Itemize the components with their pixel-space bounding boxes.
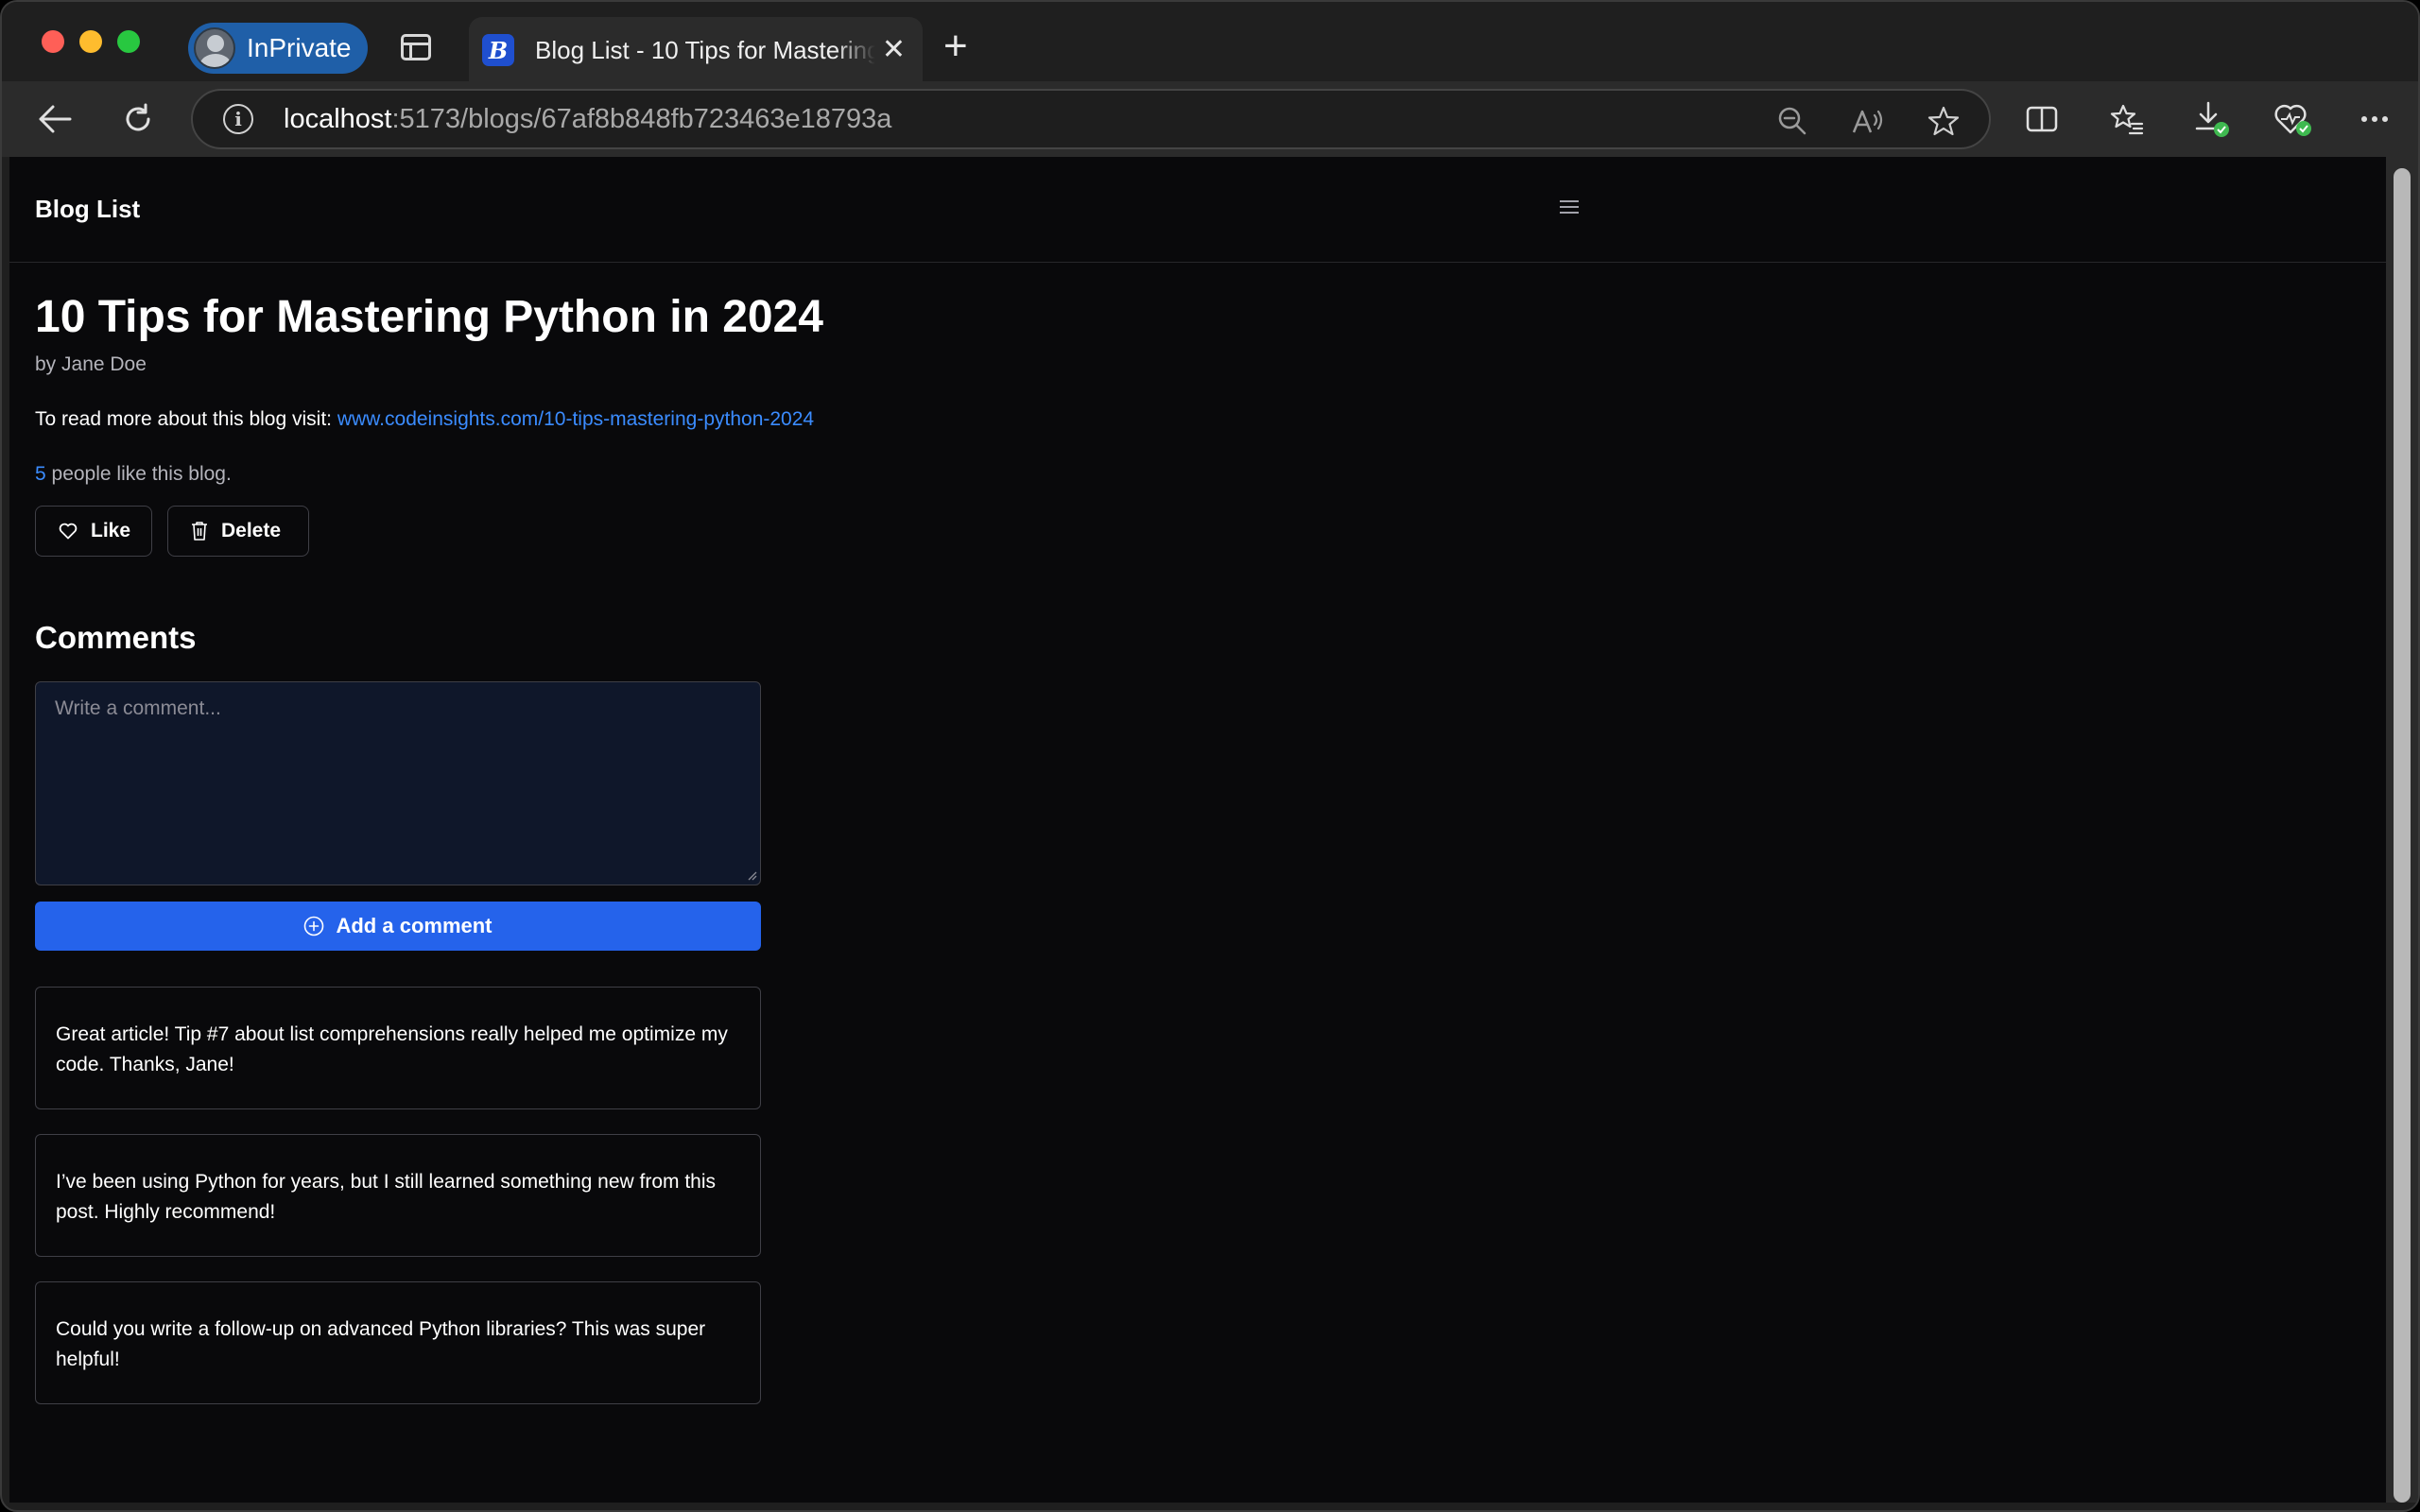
zoom-out-icon[interactable] [1773,102,1811,140]
browser-essentials-icon[interactable] [2273,98,2314,140]
comment-input[interactable] [35,681,761,885]
site-header: Blog List [9,157,2386,263]
more-icon[interactable] [2354,98,2395,140]
read-aloud-icon[interactable] [1849,102,1887,140]
address-bar[interactable]: i localhost:5173/blogs/67af8b848fb723463… [191,89,1991,149]
new-tab-icon[interactable]: + [943,23,968,70]
post-url-link[interactable]: www.codeinsights.com/10-tips-mastering-p… [337,408,814,430]
likes-count: 5 [35,463,46,485]
tab-bar: InPrivate B Blog List - 10 Tips for Mast… [2,2,2418,83]
delete-button[interactable]: Delete [167,506,309,557]
like-label: Like [91,520,131,541]
refresh-icon[interactable] [117,98,159,140]
inprivate-profile-button[interactable]: InPrivate [188,23,368,74]
add-comment-label: Add a comment [336,914,493,937]
likes-line: 5 people like this blog. [35,463,232,486]
favorites-icon[interactable] [2106,98,2148,140]
page-viewport: Blog List 10 Tips for Mastering Python i… [9,157,2386,1503]
back-icon[interactable] [34,98,76,140]
info-icon[interactable]: i [223,104,253,134]
post-author: by Jane Doe [35,353,147,375]
blog-favicon-icon: B [482,34,514,66]
close-window-button[interactable] [42,30,64,53]
favorite-star-icon[interactable] [1925,102,1962,140]
scrollbar-thumb[interactable] [2394,168,2411,1503]
resize-grip-icon[interactable] [746,869,757,881]
close-tab-icon[interactable]: ✕ [882,34,906,66]
minimize-window-button[interactable] [79,30,102,53]
url-text[interactable]: localhost:5173/blogs/67af8b848fb723463e1… [284,104,891,135]
read-more-line: To read more about this blog visit: www.… [35,408,814,431]
maximize-window-button[interactable] [117,30,140,53]
tab-blog-list[interactable]: B Blog List - 10 Tips for Mastering Pyth… [469,17,923,83]
comment-card: I’ve been using Python for years, but I … [35,1134,761,1257]
comment-card: Great article! Tip #7 about list compreh… [35,987,761,1109]
inprivate-label: InPrivate [247,33,352,62]
browser-window: InPrivate B Blog List - 10 Tips for Mast… [0,0,2420,1512]
site-brand-link[interactable]: Blog List [35,195,140,224]
comments-heading: Comments [35,620,197,655]
downloads-icon[interactable] [2191,98,2233,140]
delete-label: Delete [221,520,282,541]
comment-card: Could you write a follow-up on advanced … [35,1281,761,1404]
tab-actions-icon[interactable] [401,34,431,60]
trash-icon [192,522,207,541]
read-more-label: To read more about this blog visit: [35,408,332,430]
browser-toolbar: i localhost:5173/blogs/67af8b848fb723463… [2,81,2418,157]
profile-avatar-icon [194,27,235,69]
menu-icon[interactable] [1560,197,1579,219]
tab-title: Blog List - 10 Tips for Mastering Python… [535,35,875,64]
split-screen-icon[interactable] [2021,98,2063,140]
heart-icon [59,523,78,540]
likes-label: people like this blog. [45,463,232,485]
like-button[interactable]: Like [35,506,152,557]
post-title: 10 Tips for Mastering Python in 2024 [35,292,823,342]
add-comment-button[interactable]: Add a comment [35,902,761,951]
plus-circle-icon [304,916,324,936]
